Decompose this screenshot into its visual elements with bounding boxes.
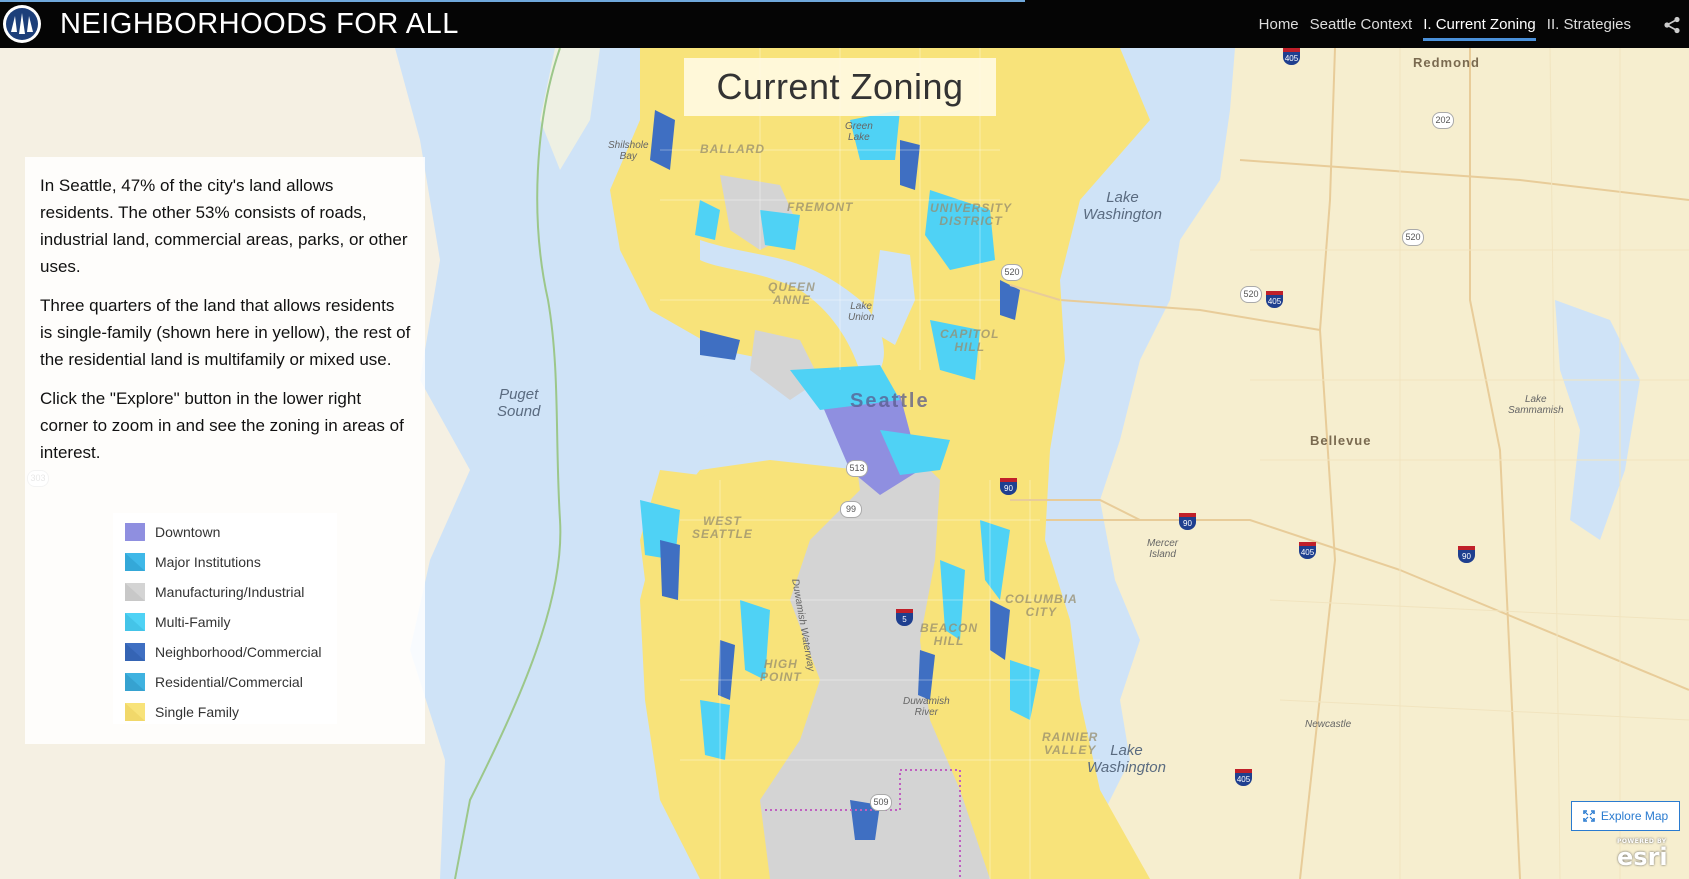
info-panel: In Seattle, 47% of the city's land allow… <box>25 157 425 744</box>
city-seal-logo[interactable] <box>2 4 42 44</box>
share-icon[interactable] <box>1663 16 1681 34</box>
legend-item-downtown: Downtown <box>113 517 337 547</box>
nav-current-zoning[interactable]: I. Current Zoning <box>1423 10 1536 41</box>
map-label-newcastle: Newcastle <box>1305 719 1352 730</box>
panel-paragraph: Click the "Explore" button in the lower … <box>40 389 404 462</box>
slide-title: Current Zoning <box>684 58 996 116</box>
legend-swatch <box>125 703 145 721</box>
map-label-columbia-city: COLUMBIA CITY <box>1005 592 1078 619</box>
legend-label: Major Institutions <box>155 554 261 570</box>
map-label-bellevue: Bellevue <box>1310 433 1372 448</box>
map-label-west-seattle: WEST SEATTLE <box>692 514 753 541</box>
top-accent-line <box>0 0 1025 2</box>
map-label-lake-washington-north: Lake Washington <box>1083 189 1162 223</box>
map-label-capitol-hill: CAPITOL HILL <box>940 327 1000 354</box>
legend-swatch <box>125 583 145 601</box>
legend-swatch <box>125 673 145 691</box>
map-label-rainier-valley: RAINIER VALLEY <box>1042 730 1099 757</box>
top-navigation-bar: NEIGHBORHOODS FOR ALL Home Seattle Conte… <box>0 0 1689 48</box>
map-label-duwamish-river: Duwamish River <box>903 696 950 718</box>
i405-shield: 405 <box>1235 769 1252 786</box>
map-label-puget-sound: Puget Sound <box>497 386 541 420</box>
legend-swatch <box>125 553 145 571</box>
map-label-mercer-island: Mercer Island <box>1147 538 1179 560</box>
sr513-shield: 513 <box>846 460 868 477</box>
map-label-green-lake: Green Lake <box>845 121 873 143</box>
map-label-university-district: UNIVERSITY DISTRICT <box>930 201 1013 228</box>
sr520-shield: 520 <box>1240 286 1262 303</box>
map-label-lake-union: Lake Union <box>848 301 875 323</box>
legend-swatch <box>125 643 145 661</box>
legend-swatch <box>125 613 145 631</box>
map-label-queen-anne: QUEEN ANNE <box>768 280 816 307</box>
legend-swatch <box>125 523 145 541</box>
legend-label: Neighborhood/Commercial <box>155 644 322 660</box>
map-label-ballard: BALLARD <box>700 142 765 156</box>
map-legend: Downtown Major Institutions Manufacturin… <box>113 513 337 724</box>
legend-label: Single Family <box>155 704 240 720</box>
legend-item-multi-family: Multi-Family <box>113 607 337 637</box>
sr509-shield: 509 <box>870 794 892 811</box>
legend-item-single-family: Single Family <box>113 697 337 727</box>
i90-shield: 90 <box>1179 513 1196 530</box>
sr99-shield: 99 <box>840 501 862 518</box>
panel-paragraph: Three quarters of the land that allows r… <box>40 296 411 369</box>
i405-shield: 405 <box>1283 48 1300 65</box>
sr202-shield: 202 <box>1432 112 1454 129</box>
i90-shield: 90 <box>1458 546 1475 563</box>
sr520-shield: 520 <box>1001 264 1023 281</box>
i405-shield: 405 <box>1266 291 1283 308</box>
esri-brand-text: esri <box>1617 843 1668 871</box>
legend-item-residential-commercial: Residential/Commercial <box>113 667 337 697</box>
map-label-fremont: FREMONT <box>787 200 854 214</box>
map-label-lake-sammamish: Lake Sammamish <box>1508 394 1564 416</box>
map-label-redmond: Redmond <box>1413 55 1480 70</box>
legend-item-manufacturing-industrial: Manufacturing/Industrial <box>113 577 337 607</box>
i5-shield: 5 <box>896 609 913 626</box>
map-label-seattle: Seattle <box>850 390 930 412</box>
explore-map-label: Explore Map <box>1600 809 1669 823</box>
map-label-beacon-hill: BEACON HILL <box>920 621 979 648</box>
legend-label: Manufacturing/Industrial <box>155 584 305 600</box>
i405-shield: 405 <box>1299 542 1316 559</box>
panel-paragraph: In Seattle, 47% of the city's land allow… <box>40 176 408 276</box>
nav-home[interactable]: Home <box>1259 10 1299 39</box>
legend-label: Residential/Commercial <box>155 674 303 690</box>
expand-icon <box>1583 810 1595 822</box>
sr520-shield: 520 <box>1402 229 1424 246</box>
map-label-high-point: HIGH POINT <box>760 657 802 684</box>
esri-logo[interactable]: POWERED BY esri <box>1617 838 1668 869</box>
nav-seattle-context[interactable]: Seattle Context <box>1310 10 1413 39</box>
map-label-lake-washington-south: Lake Washington <box>1087 742 1166 776</box>
map-label-shilshole-bay: Shilshole Bay <box>608 140 649 162</box>
app-title[interactable]: NEIGHBORHOODS FOR ALL <box>60 4 459 44</box>
legend-label: Downtown <box>155 524 221 540</box>
legend-item-neighborhood-commercial: Neighborhood/Commercial <box>113 637 337 667</box>
main-nav: Home Seattle Context I. Current Zoning I… <box>1259 0 1631 48</box>
explore-map-button[interactable]: Explore Map <box>1571 801 1680 831</box>
nav-strategies[interactable]: II. Strategies <box>1547 10 1631 39</box>
legend-item-major-institutions: Major Institutions <box>113 547 337 577</box>
legend-label: Multi-Family <box>155 614 231 630</box>
i90-shield: 90 <box>1000 478 1017 495</box>
